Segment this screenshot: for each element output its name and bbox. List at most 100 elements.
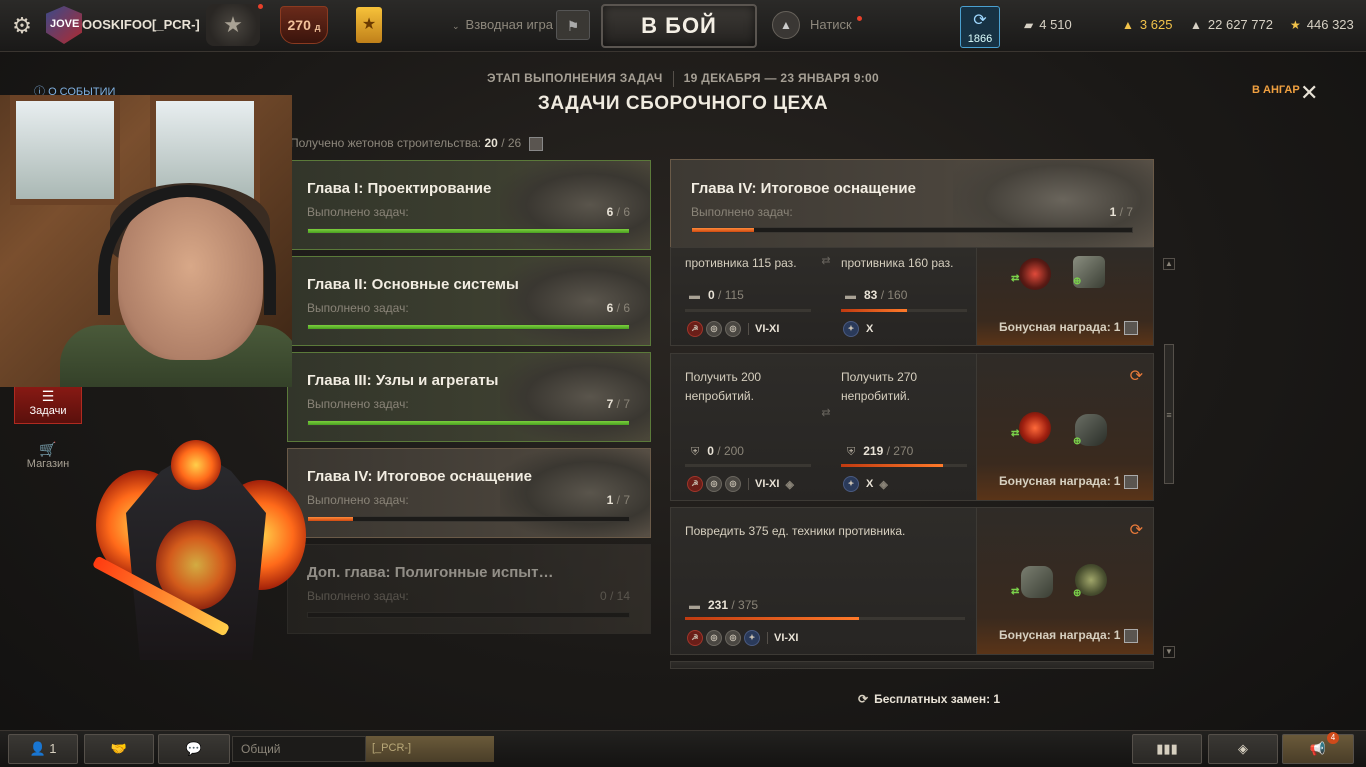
task-scrollbar[interactable]: ▲ ≡ ▼ — [1163, 258, 1175, 658]
mode-notification-dot — [857, 16, 862, 21]
reward-device-icon[interactable] — [1021, 566, 1053, 598]
chapter-title: Доп. глава: Полигонные испыт… — [307, 564, 554, 581]
chapter-card-4[interactable]: Глава IV: Итоговое оснащение Выполнено з… — [287, 448, 651, 538]
settings-gear-icon[interactable]: ⚙ — [10, 14, 34, 38]
task-left-conditions: ☭ ◎ ◎ VI-XI ◈ — [687, 476, 794, 492]
diamond-icon: ◈ — [785, 478, 794, 491]
tier-label: X — [866, 478, 874, 490]
nation-icon: ◎ — [725, 476, 741, 492]
player-clan-emblem-icon[interactable]: JOVE — [46, 6, 82, 44]
task-right-progress: ⛨ 219 / 270 — [847, 444, 914, 458]
shop-bag-icon[interactable]: ★ — [356, 7, 382, 43]
reward-plus-icon: ⊕ — [1073, 276, 1082, 287]
reward-device-icon[interactable] — [1019, 412, 1051, 444]
squad-button[interactable]: 👤 1 — [8, 734, 78, 764]
chapter-title: Глава IV: Итоговое оснащение — [307, 468, 532, 485]
chapter-count: 6 / 6 — [606, 301, 630, 315]
stage-subtitle: ЭТАП ВЫПОЛНЕНИЯ ЗАДАЧ 19 ДЕКАБРЯ — 23 ЯНВ… — [0, 71, 1366, 87]
to-hangar-button[interactable]: В АНГАР — [1252, 84, 1300, 96]
credits-icon: ▲ — [1190, 18, 1202, 32]
nation-ussr-icon: ☭ — [687, 476, 703, 492]
gold-icon: ▲ — [1122, 18, 1134, 32]
top-bar: ⚙ JOVE OOSKIFOO[_PCR-] ★ 270 д ★ ⌄ Взводн… — [0, 0, 1366, 52]
chat-bubbles-icon: 💬 — [185, 741, 203, 756]
task-right-bar — [841, 464, 967, 467]
battle-button[interactable]: В БОЙ — [601, 4, 757, 48]
tier-label: X — [866, 323, 874, 335]
battle-mode-icon[interactable]: ▲ — [772, 11, 800, 39]
nation-icon: ◎ — [725, 630, 741, 646]
platoon-label: Взводная игра — [465, 17, 553, 32]
bonus-reward: Бонусная награда: 1 — [999, 320, 1139, 335]
bottom-bar: 👤 1 🤝 💬 Общий [_PCR-] ▮▮▮ ◈ 📢 4 — [0, 730, 1366, 767]
chapter-title: Глава I: Проектирование — [307, 180, 492, 197]
nation-ussr-icon: ☭ — [687, 630, 703, 646]
tasks-icon: ☰ — [41, 388, 55, 404]
chapter-card-bonus[interactable]: Доп. глава: Полигонные испыт… Выполнено … — [287, 544, 651, 634]
stats-button[interactable]: ▮▮▮ — [1132, 734, 1202, 764]
task-progress: ▬ 231 / 375 — [689, 598, 759, 612]
platoon-icon[interactable]: ⚑ — [556, 10, 590, 40]
battle-pass-level-badge[interactable]: 270 д — [280, 6, 328, 44]
scroll-up-icon[interactable]: ▲ — [1163, 258, 1175, 270]
handshake-button[interactable]: 🤝 — [84, 734, 154, 764]
task-card-3[interactable]: Повредить 375 ед. техники противника. ⟳ … — [670, 507, 1154, 655]
notification-count-badge: 4 — [1327, 732, 1339, 744]
tokens-done: 20 — [484, 136, 498, 150]
nation-icon: ◎ — [706, 476, 722, 492]
scroll-down-icon[interactable]: ▼ — [1163, 646, 1175, 658]
bond-icon: ▰ — [1024, 18, 1034, 32]
platoon-dropdown[interactable]: ⌄ Взводная игра — [452, 17, 553, 32]
task-left-progress: ▬ 0 / 115 — [689, 288, 744, 302]
credits-balance[interactable]: ▲ 22 627 772 — [1190, 17, 1273, 32]
refresh-task-icon[interactable]: ⟳ — [1130, 520, 1143, 540]
chapter-count: 1 / 7 — [606, 493, 630, 507]
notifications-button[interactable]: 📢 4 — [1282, 732, 1354, 764]
tokens-counter: Получено жетонов строительства: 20 / 26 — [290, 136, 543, 151]
nation-icon: ◎ — [706, 630, 722, 646]
chapter-card-2[interactable]: Глава II: Основные системы Выполнено зад… — [287, 256, 651, 346]
task-card-next — [670, 661, 1154, 669]
rank-star-icon[interactable]: ★ — [206, 4, 260, 46]
chat-button[interactable]: 💬 — [158, 734, 230, 764]
diamond-icon: ◈ — [1238, 741, 1248, 756]
task-card-1[interactable]: противника 115 раз. противника 160 раз. … — [670, 247, 1154, 346]
task-right-progress: ▬ 83 / 160 — [845, 288, 908, 302]
nation-icon: ✦ — [843, 476, 859, 492]
reward-plus-icon: ⊕ — [1073, 436, 1082, 447]
player-tag: JOVE — [50, 18, 80, 30]
swap-arrows-icon[interactable]: ⇄ — [819, 254, 833, 284]
chapter-card-1[interactable]: Глава I: Проектирование Выполнено задач:… — [287, 160, 651, 250]
chapter-progress-bar — [307, 612, 630, 618]
free-swaps-counter: ⟳ Бесплатных замен: 1 — [858, 692, 1001, 706]
tier-label: VI-XI — [748, 323, 779, 335]
refresh-task-icon[interactable]: ⟳ — [1130, 366, 1143, 386]
reward-device-icon[interactable] — [1019, 258, 1051, 290]
clan-chat-tab[interactable]: [_PCR-] — [366, 736, 494, 762]
swap-arrows-icon[interactable]: ⇄ — [819, 406, 833, 436]
rank-notification-dot — [258, 4, 263, 9]
player-name[interactable]: OOSKIFOO[_PCR-] — [82, 17, 200, 32]
diamond-icon: ◈ — [879, 478, 888, 491]
bonds-balance[interactable]: ▰ 4 510 — [1024, 17, 1072, 32]
construction-token-icon — [528, 136, 543, 151]
battle-mode-name[interactable]: Натиск — [810, 17, 852, 32]
nation-ussr-icon: ☭ — [687, 321, 703, 337]
scroll-thumb[interactable]: ≡ — [1164, 344, 1174, 484]
person-icon: 👤 — [29, 741, 46, 756]
megaphone-icon: 📢 — [1309, 741, 1327, 756]
chapter-progress-bar — [307, 324, 630, 330]
diamond-menu-button[interactable]: ◈ — [1208, 734, 1278, 764]
avatar-helmet-glow — [171, 440, 221, 490]
chat-channel-field[interactable]: Общий — [232, 736, 366, 762]
chapter-card-3[interactable]: Глава III: Узлы и агрегаты Выполнено зад… — [287, 352, 651, 442]
task-card-2[interactable]: Получить 200 непробитий. Получить 270 не… — [670, 353, 1154, 501]
bar-chart-icon: ▮▮▮ — [1156, 741, 1178, 756]
free-xp-balance[interactable]: ★ 446 323 — [1290, 17, 1354, 32]
reward-swap-icon: ⇄ — [1011, 428, 1020, 439]
close-icon[interactable]: ✕ — [1300, 80, 1318, 106]
premium-account-icon[interactable]: ⟳ 1866 — [960, 6, 1000, 48]
gold-balance[interactable]: ▲ 3 625 — [1122, 17, 1172, 32]
task-left-progress: ⛨ 0 / 200 — [691, 444, 744, 458]
nation-icon: ◎ — [706, 321, 722, 337]
